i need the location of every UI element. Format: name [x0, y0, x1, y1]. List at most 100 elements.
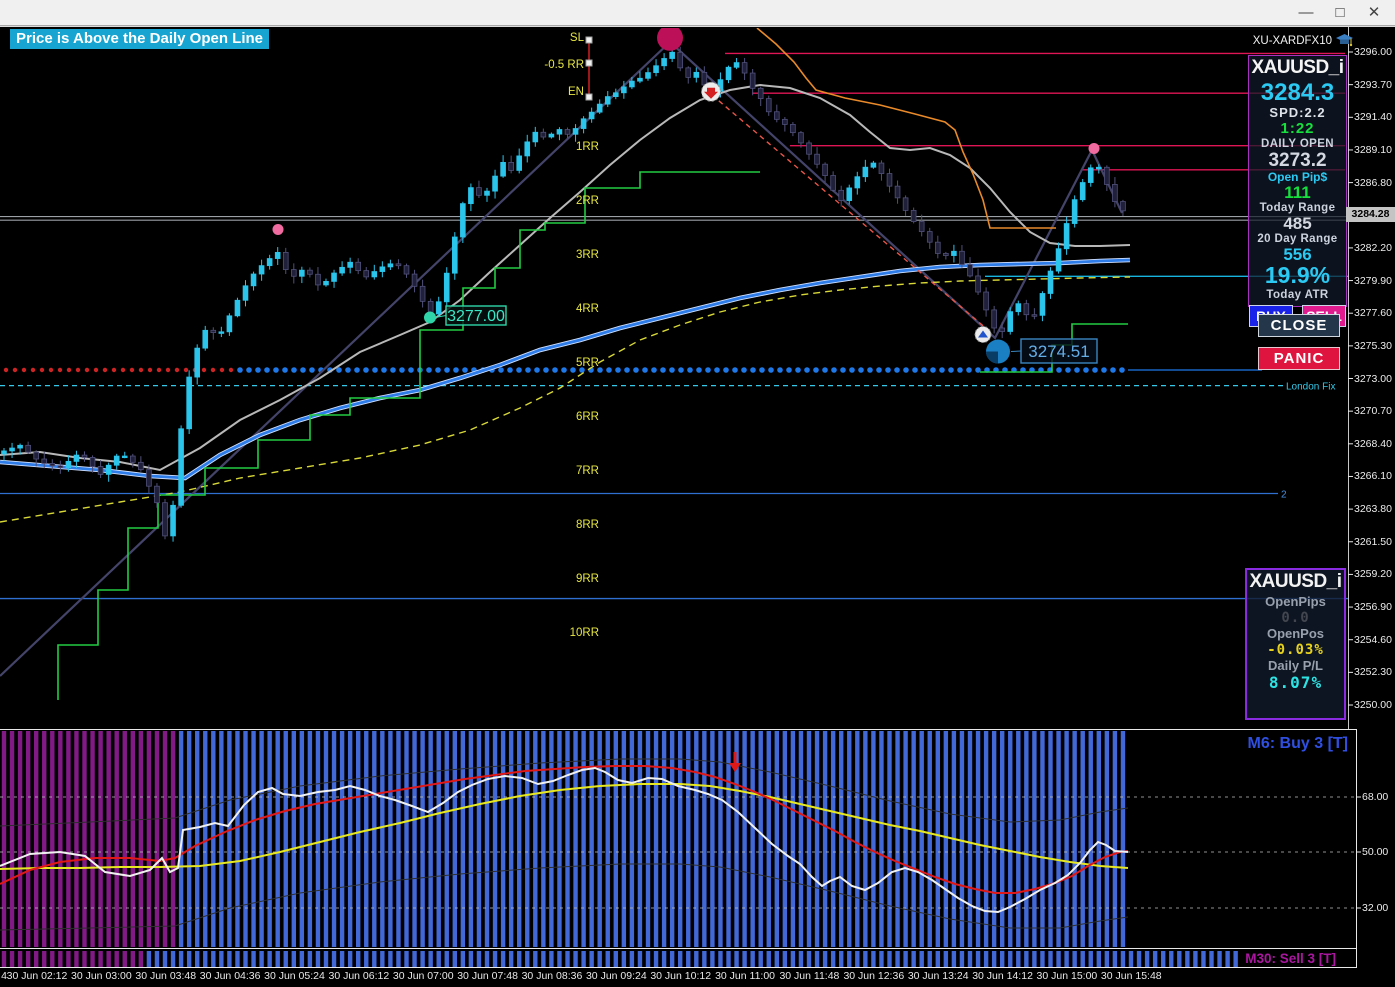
- m30-trend-bar: [597, 951, 602, 967]
- bull-candle: [548, 133, 555, 138]
- time-axis-label[interactable]: 30 Jun 12:36: [843, 970, 904, 982]
- sell-signal-arrow-icon: [729, 763, 741, 772]
- price-axis-tick-label[interactable]: 3286.80: [1354, 177, 1392, 189]
- bull-candle: [65, 460, 72, 469]
- price-axis-tick-label[interactable]: 3291.40: [1354, 111, 1392, 123]
- trend-histogram-bar: [347, 731, 353, 947]
- bear-candle: [983, 291, 989, 311]
- time-axis-label[interactable]: 30 Jun 08:36: [522, 970, 583, 982]
- price-axis-tick-label[interactable]: 3263.80: [1354, 503, 1392, 515]
- price-axis-tick-label[interactable]: 3266.10: [1354, 470, 1392, 482]
- bull-candle: [1096, 166, 1102, 170]
- time-axis-label[interactable]: 30 Jun 06:12: [328, 970, 389, 982]
- indicator-axis-tick-label[interactable]: 32.00: [1362, 902, 1388, 914]
- panic-button[interactable]: PANIC: [1258, 347, 1340, 370]
- rr-tool-handle[interactable]: [585, 36, 593, 44]
- m30-trend-bar: [452, 951, 457, 967]
- minimize-window-button[interactable]: —: [1289, 0, 1323, 25]
- time-axis-label[interactable]: 30 Jun 10:12: [650, 970, 711, 982]
- bear-candle: [81, 454, 88, 458]
- bull-candle: [170, 504, 176, 537]
- price-axis-tick-label[interactable]: 3252.30: [1354, 666, 1392, 678]
- daily-open-dot: [210, 367, 216, 373]
- price-axis-tick-label[interactable]: 3270.70: [1354, 405, 1392, 417]
- daily-open-dot: [93, 367, 99, 373]
- trend-histogram-bar: [283, 731, 288, 947]
- daily-open-dot: [714, 367, 720, 373]
- bull-candle: [588, 111, 595, 120]
- today-range-value: 485: [1283, 214, 1312, 233]
- price-axis-tick-label[interactable]: 3279.90: [1354, 275, 1392, 287]
- indicator-axis-tick-label[interactable]: 50.00: [1362, 846, 1388, 858]
- m30-trend-bar: [114, 951, 119, 967]
- time-axis-label[interactable]: 30 Jun 05:24: [264, 970, 325, 982]
- time-axis-label[interactable]: 30 Jun 03:00: [71, 970, 132, 982]
- m30-trend-bar: [1128, 951, 1134, 967]
- m30-trend-bar: [106, 951, 111, 967]
- price-axis-tick-label[interactable]: 3277.60: [1354, 307, 1392, 319]
- daily-open-dot: [975, 367, 981, 373]
- m30-trend-bar: [227, 951, 232, 967]
- daily-open-dot: [651, 367, 657, 373]
- m30-trend-bar: [1056, 951, 1061, 967]
- time-axis-label[interactable]: 30 Jun 11:48: [779, 970, 839, 982]
- maximize-window-button[interactable]: □: [1323, 0, 1357, 25]
- time-axis-label[interactable]: 30 Jun 03:48: [135, 970, 196, 982]
- time-axis-label[interactable]: 30 Jun 13:24: [908, 970, 969, 982]
- trend-histogram-bar: [492, 731, 498, 947]
- time-axis-label[interactable]: 30 Jun 07:48: [457, 970, 518, 982]
- level-label: 2: [1281, 489, 1287, 500]
- time-axis-label[interactable]: 30 Jun 02:12: [7, 970, 68, 982]
- rr-tool-handle[interactable]: [585, 93, 593, 101]
- price-axis-tick-label[interactable]: 3254.60: [1354, 634, 1392, 646]
- trend-histogram-bar: [315, 731, 321, 947]
- price-axis-tick-label[interactable]: 3293.70: [1354, 79, 1392, 91]
- price-axis-tick-label[interactable]: 3282.20: [1354, 242, 1392, 254]
- time-axis-label[interactable]: 30 Jun 09:24: [586, 970, 647, 982]
- price-axis-tick-label[interactable]: 3289.10: [1354, 144, 1392, 156]
- bear-candle: [999, 327, 1005, 332]
- bull-candle: [653, 65, 659, 73]
- m30-trend-bar: [315, 951, 321, 967]
- price-axis-tick-label[interactable]: 3250.00: [1354, 699, 1392, 711]
- chart-canvas[interactable]: SL -0.5 RR EN 1RR 2RR 3RR 4RR 5RR 6RR 7RR 8RR 9RR 10…: [0, 0, 1395, 987]
- rr-tool-handle[interactable]: [585, 59, 593, 67]
- today-atr-label: Today ATR: [1266, 289, 1329, 301]
- time-axis-label[interactable]: 30 Jun 07:00: [393, 970, 454, 982]
- time-axis-label[interactable]: 30 Jun 14:12: [972, 970, 1033, 982]
- graduation-cap-icon: [1336, 34, 1353, 47]
- daily-open-dot: [750, 367, 756, 373]
- bear-candle: [701, 71, 708, 86]
- time-axis-label[interactable]: 30 Jun 15:00: [1037, 970, 1098, 982]
- daily-open-dot: [705, 367, 711, 373]
- m30-trend-bar: [508, 951, 514, 967]
- price-axis-tick-label[interactable]: 3268.40: [1354, 438, 1392, 450]
- trend-histogram-bar: [307, 731, 313, 947]
- time-axis-label[interactable]: 30 Jun 11:00: [715, 970, 775, 982]
- daily-open-dot: [30, 367, 36, 373]
- bull-candle: [226, 315, 233, 333]
- indicator-axis-tick-label[interactable]: 68.00: [1362, 791, 1388, 803]
- price-axis-tick-label[interactable]: 3259.20: [1354, 568, 1392, 580]
- close-position-button[interactable]: CLOSE: [1258, 314, 1340, 337]
- price-axis-tick-label[interactable]: 3296.00: [1354, 46, 1392, 58]
- trend-histogram-bar: [146, 731, 152, 947]
- m30-trend-bar: [404, 951, 409, 967]
- price-axis-tick-label[interactable]: 3256.90: [1354, 601, 1392, 613]
- price-axis-tick-label[interactable]: 3261.50: [1354, 536, 1392, 548]
- window-titlebar[interactable]: — □ ✕: [0, 0, 1395, 26]
- rr-label: 8RR: [576, 519, 599, 531]
- london-fix-label: London Fix: [1286, 382, 1335, 393]
- trend-histogram-bar: [983, 731, 989, 947]
- price-axis-tick-label[interactable]: 3273.00: [1354, 373, 1392, 385]
- m30-trend-bar: [186, 951, 192, 967]
- price-axis-tick-label[interactable]: 3275.30: [1354, 340, 1392, 352]
- trend-histogram-bar: [758, 731, 763, 947]
- time-axis-label[interactable]: 30 Jun 15:48: [1101, 970, 1162, 982]
- time-axis-label[interactable]: 30 Jun 04:36: [200, 970, 261, 982]
- pie-wedge: [986, 351, 998, 364]
- close-window-button[interactable]: ✕: [1357, 0, 1391, 25]
- bear-candle: [25, 444, 31, 453]
- m30-trend-bar: [581, 951, 586, 967]
- bull-candle: [194, 347, 201, 378]
